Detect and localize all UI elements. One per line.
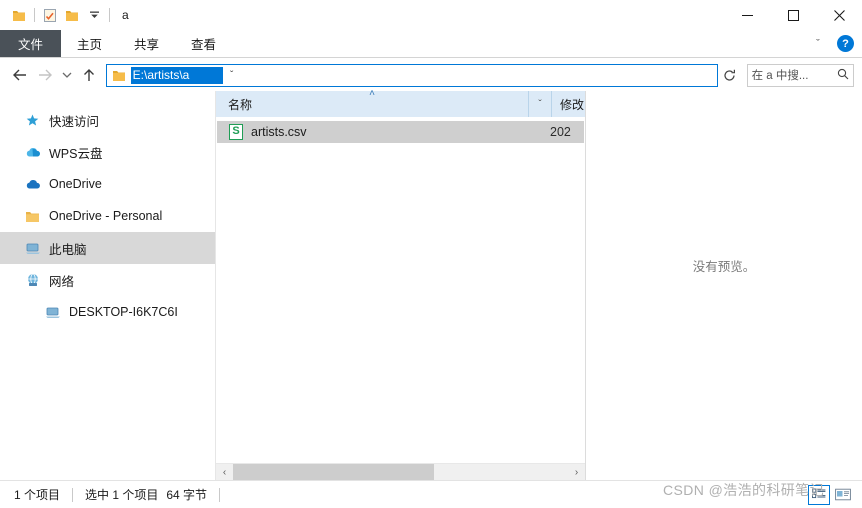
address-input[interactable]: E:\artists\a <box>130 66 223 84</box>
maximize-button[interactable] <box>770 0 816 30</box>
selection-size-label: 64 字节 <box>166 488 208 502</box>
forward-button[interactable] <box>33 62 58 88</box>
view-toggle-group <box>808 484 862 505</box>
preview-message: 没有预览。 <box>692 260 756 274</box>
scrollbar-track[interactable] <box>233 463 568 481</box>
back-button[interactable] <box>8 62 33 88</box>
address-bar[interactable]: E:\artists\a ˇ <box>105 63 718 87</box>
file-name-label: artists.csv <box>251 125 307 139</box>
chevron-down-icon[interactable]: ˇ <box>809 38 827 50</box>
scrollbar-thumb[interactable] <box>233 463 434 481</box>
close-button[interactable] <box>816 0 862 30</box>
sidebar-item-label: OneDrive - Personal <box>49 209 163 223</box>
customize-chevron-icon[interactable] <box>83 4 105 26</box>
tab-home[interactable]: 主页 <box>61 30 118 57</box>
pin-star-icon <box>24 112 41 129</box>
navigation-bar: E:\artists\a ˇ 在 a 中搜... <box>0 59 862 91</box>
sidebar-item-label: WPS云盘 <box>49 146 103 161</box>
sidebar-item-this-pc[interactable]: 此电脑 <box>0 232 215 264</box>
large-icons-view-button[interactable] <box>832 485 854 505</box>
this-pc-icon <box>24 240 41 257</box>
column-header-modified[interactable]: 修改 <box>552 96 585 113</box>
scroll-left-arrow-icon[interactable]: ‹ <box>216 464 233 481</box>
ribbon-right-controls: ˇ ? <box>809 30 862 57</box>
help-icon[interactable]: ? <box>837 35 854 52</box>
search-input[interactable]: 在 a 中搜... <box>752 67 837 83</box>
qat-separator-2 <box>109 8 110 22</box>
status-divider <box>72 487 74 502</box>
qat-separator-1 <box>34 8 35 22</box>
wps-cloud-icon <box>24 144 41 161</box>
selection-status: 选中 1 个项目 64 字节 <box>85 486 207 503</box>
recent-locations-button[interactable] <box>58 62 77 88</box>
sidebar-item-onedrive-personal[interactable]: OneDrive - Personal <box>0 200 215 232</box>
folder-icon <box>111 67 127 83</box>
sidebar-item-label: DESKTOP-I6K7C6I <box>69 305 178 319</box>
selection-count-label: 选中 1 个项目 <box>85 488 159 502</box>
preview-pane: 没有预览。 <box>586 91 862 480</box>
column-headers: ˄ 名称 ˇ 修改 <box>216 88 585 117</box>
column-header-label: 名称 <box>228 97 253 112</box>
sort-ascending-icon: ˄ <box>369 88 375 99</box>
status-divider <box>219 487 221 502</box>
csv-icon-letter: S <box>229 124 243 140</box>
spreadsheet-icon: S <box>217 124 243 140</box>
refresh-button[interactable] <box>718 64 741 87</box>
folder-icon[interactable] <box>8 4 30 26</box>
file-list[interactable]: S artists.csv 202 <box>216 117 585 463</box>
sidebar-item-label: 此电脑 <box>49 242 87 257</box>
main-content: 快速访问 WPS云盘 OneDrive OneDrive - Personal <box>0 88 862 481</box>
sidebar-item-label: 快速访问 <box>49 114 100 129</box>
column-header-name[interactable]: ˄ 名称 <box>216 88 528 117</box>
window-title: a <box>122 8 129 22</box>
sidebar-item-wps-cloud[interactable]: WPS云盘 <box>0 136 215 168</box>
network-icon <box>24 272 41 289</box>
file-list-pane: ˄ 名称 ˇ 修改 S artists.csv 202 ‹ › <box>215 88 586 481</box>
navigation-pane: 快速访问 WPS云盘 OneDrive OneDrive - Personal <box>0 91 215 480</box>
search-icon <box>837 68 849 83</box>
properties-icon[interactable] <box>39 4 61 26</box>
tab-view[interactable]: 查看 <box>175 30 232 57</box>
quick-access-toolbar: a <box>0 0 129 30</box>
window-controls <box>724 0 862 30</box>
details-view-button[interactable] <box>808 484 830 505</box>
scroll-right-arrow-icon[interactable]: › <box>568 464 585 481</box>
sidebar-item-desktop-computer[interactable]: DESKTOP-I6K7C6I <box>0 296 215 328</box>
title-bar: a <box>0 0 862 30</box>
tab-share[interactable]: 共享 <box>118 30 175 57</box>
sidebar-item-onedrive[interactable]: OneDrive <box>0 168 215 200</box>
sidebar-item-label: OneDrive <box>49 177 102 191</box>
search-box[interactable]: 在 a 中搜... <box>746 63 855 87</box>
onedrive-cloud-icon <box>24 176 41 193</box>
address-dropdown-icon[interactable]: ˇ <box>223 70 241 81</box>
new-folder-icon[interactable] <box>61 4 83 26</box>
sidebar-item-network[interactable]: 网络 <box>0 264 215 296</box>
status-bar: 1 个项目 选中 1 个项目 64 字节 <box>0 480 862 508</box>
sidebar-item-quick-access[interactable]: 快速访问 <box>0 104 215 136</box>
column-options-icon[interactable]: ˇ <box>529 99 551 110</box>
table-row[interactable]: S artists.csv 202 <box>217 121 584 143</box>
tab-file[interactable]: 文件 <box>0 30 62 57</box>
up-button[interactable] <box>77 62 102 88</box>
item-count-label: 1 个项目 <box>14 488 61 502</box>
horizontal-scrollbar[interactable]: ‹ › <box>216 463 585 481</box>
minimize-button[interactable] <box>724 0 770 30</box>
file-explorer-window: a 文件 主页 共享 查看 ˇ ? E:\artists\a ˇ 在 a 中搜.… <box>0 0 862 508</box>
file-modified-label: 202 <box>550 125 571 139</box>
computer-icon <box>44 304 61 321</box>
sidebar-item-label: 网络 <box>49 274 75 289</box>
folder-icon <box>24 208 41 225</box>
ribbon-tabs: 文件 主页 共享 查看 ˇ ? <box>0 30 862 58</box>
